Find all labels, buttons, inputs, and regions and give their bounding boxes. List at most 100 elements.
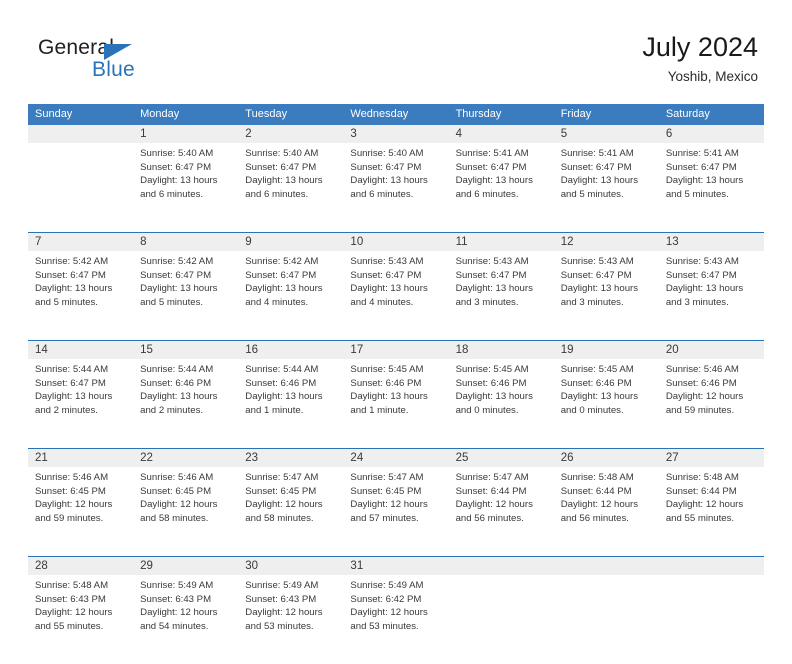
calendar-day-cell[interactable]: Sunrise: 5:40 AM Sunset: 6:47 PM Daylight:…	[343, 143, 449, 232]
day-daylight2-text: and 6 minutes.	[245, 188, 309, 200]
day-sunrise-text: Sunrise: 5:41 AM	[455, 148, 529, 159]
calendar-day-cell[interactable]: Sunrise: 5:41 AM Sunset: 6:47 PM Daylight:…	[658, 143, 764, 232]
day-daylight2-text: and 57 minutes.	[350, 512, 419, 524]
calendar-day-cell[interactable]: Sunrise: 5:42 AM Sunset: 6:47 PM Daylight:…	[133, 251, 239, 340]
day-number-empty	[554, 557, 659, 575]
day-sunrise-text: Sunrise: 5:42 AM	[140, 256, 214, 267]
calendar-week-row: 14 15 16 17 18 19 20 Sunrise: 5:44 AM Sunset: 6:…	[28, 340, 764, 448]
calendar-cell-empty	[658, 575, 764, 664]
calendar-day-cell[interactable]: Sunrise: 5:45 AM Sunset: 6:46 PM Daylight:…	[553, 359, 659, 448]
weekday-header-sunday: Sunday	[35, 108, 73, 120]
day-daylight2-text: and 3 minutes.	[560, 296, 624, 308]
calendar-day-cell[interactable]: Sunrise: 5:46 AM Sunset: 6:45 PM Daylight:…	[133, 467, 239, 556]
calendar-day-cell[interactable]: Sunrise: 5:43 AM Sunset: 6:47 PM Daylight:…	[658, 251, 764, 340]
calendar-day-cell[interactable]: Sunrise: 5:42 AM Sunset: 6:47 PM Daylight:…	[238, 251, 344, 340]
day-daylight1-text: Daylight: 13 hours	[560, 391, 639, 403]
day-details: Sunrise: 5:42 AM Sunset: 6:47 PM Daylight:…	[133, 251, 238, 309]
day-number: 9	[245, 236, 252, 248]
day-number-empty	[449, 557, 554, 575]
calendar-week-cells: Sunrise: 5:46 AM Sunset: 6:45 PM Daylight:…	[28, 467, 764, 556]
calendar-day-cell[interactable]: Sunrise: 5:46 AM Sunset: 6:45 PM Daylight:…	[28, 467, 134, 556]
day-details: Sunrise: 5:44 AM Sunset: 6:46 PM Daylight:…	[238, 359, 343, 417]
calendar-day-cell[interactable]: Sunrise: 5:49 AM Sunset: 6:42 PM Daylight:…	[343, 575, 449, 664]
day-sunrise-text: Sunrise: 5:48 AM	[665, 472, 739, 483]
day-details: Sunrise: 5:43 AM Sunset: 6:47 PM Daylight:…	[343, 251, 448, 309]
day-daylight1-text: Daylight: 13 hours	[35, 391, 113, 403]
calendar-day-cell[interactable]: Sunrise: 5:48 AM Sunset: 6:43 PM Daylight:…	[28, 575, 134, 664]
day-details: Sunrise: 5:40 AM Sunset: 6:47 PM Daylight:…	[343, 143, 448, 201]
calendar-day-cell[interactable]: Sunrise: 5:46 AM Sunset: 6:46 PM Daylight:…	[658, 359, 764, 448]
day-sunrise-text: Sunrise: 5:44 AM	[245, 364, 319, 375]
day-sunset-text: Sunset: 6:45 PM	[350, 485, 422, 497]
day-number: 10	[350, 236, 364, 248]
weekday-header-friday: Friday	[560, 108, 592, 120]
day-sunrise-text: Sunrise: 5:40 AM	[245, 148, 319, 159]
weekday-header-thursday: Thursday	[455, 108, 502, 120]
day-number: 8	[140, 236, 147, 248]
calendar-day-cell[interactable]: Sunrise: 5:48 AM Sunset: 6:44 PM Daylight:…	[553, 467, 659, 556]
day-sunrise-text: Sunrise: 5:42 AM	[35, 256, 109, 267]
day-daylight1-text: Daylight: 13 hours	[140, 391, 218, 403]
day-sunset-text: Sunset: 6:46 PM	[245, 377, 317, 389]
day-daylight2-text: and 2 minutes.	[35, 404, 98, 416]
day-daylight1-text: Daylight: 13 hours	[665, 283, 744, 295]
day-sunrise-text: Sunrise: 5:45 AM	[350, 364, 424, 375]
day-sunrise-text: Sunrise: 5:49 AM	[140, 580, 214, 591]
calendar-day-cell[interactable]: Sunrise: 5:45 AM Sunset: 6:46 PM Daylight:…	[448, 359, 554, 448]
weekday-header-saturday: Saturday	[665, 108, 710, 120]
day-number: 2	[245, 128, 252, 140]
day-details: Sunrise: 5:43 AM Sunset: 6:47 PM Daylight:…	[554, 251, 659, 309]
calendar-day-cell[interactable]: Sunrise: 5:44 AM Sunset: 6:46 PM Daylight:…	[133, 359, 239, 448]
calendar-day-cell[interactable]: Sunrise: 5:40 AM Sunset: 6:47 PM Daylight:…	[238, 143, 344, 232]
day-number: 13	[665, 236, 679, 248]
day-sunset-text: Sunset: 6:44 PM	[665, 485, 737, 497]
day-daylight1-text: Daylight: 12 hours	[35, 499, 113, 511]
calendar-day-cell[interactable]: Sunrise: 5:41 AM Sunset: 6:47 PM Daylight:…	[553, 143, 659, 232]
calendar-day-cell[interactable]: Sunrise: 5:43 AM Sunset: 6:47 PM Daylight:…	[448, 251, 554, 340]
calendar-day-cell[interactable]: Sunrise: 5:41 AM Sunset: 6:47 PM Daylight:…	[448, 143, 554, 232]
calendar-week-cells: Sunrise: 5:44 AM Sunset: 6:47 PM Daylight:…	[28, 359, 764, 448]
calendar-day-cell[interactable]: Sunrise: 5:43 AM Sunset: 6:47 PM Daylight:…	[553, 251, 659, 340]
day-sunset-text: Sunset: 6:43 PM	[35, 593, 106, 605]
calendar-day-cell[interactable]: Sunrise: 5:43 AM Sunset: 6:47 PM Daylight:…	[343, 251, 449, 340]
weekday-header-tuesday: Tuesday	[245, 108, 288, 120]
general-blue-logo[interactable]: General Blue	[38, 36, 178, 88]
day-daylight2-text: and 5 minutes.	[140, 296, 204, 308]
day-sunset-text: Sunset: 6:47 PM	[560, 161, 632, 173]
day-number-band: 28 29 30 31	[28, 557, 764, 575]
calendar-weeks: 1 2 3 4 5 6 Sunrise: 5:40 AM Sunset: 6:47 PM Day…	[28, 125, 764, 664]
day-sunset-text: Sunset: 6:42 PM	[350, 593, 422, 605]
day-details: Sunrise: 5:47 AM Sunset: 6:44 PM Daylight:…	[449, 467, 554, 525]
calendar-day-cell[interactable]: Sunrise: 5:44 AM Sunset: 6:46 PM Daylight:…	[238, 359, 344, 448]
day-number: 11	[455, 236, 468, 248]
logo-text-general: General	[38, 36, 115, 59]
day-daylight2-text: and 0 minutes.	[455, 404, 519, 416]
day-sunrise-text: Sunrise: 5:42 AM	[245, 256, 319, 267]
calendar-day-cell[interactable]: Sunrise: 5:49 AM Sunset: 6:43 PM Daylight:…	[133, 575, 239, 664]
calendar-day-cell[interactable]: Sunrise: 5:48 AM Sunset: 6:44 PM Daylight:…	[658, 467, 764, 556]
page-title: July 2024	[642, 32, 758, 62]
day-details: Sunrise: 5:48 AM Sunset: 6:44 PM Daylight:…	[554, 467, 659, 525]
calendar-week-cells: Sunrise: 5:42 AM Sunset: 6:47 PM Daylight:…	[28, 251, 764, 340]
calendar-day-cell[interactable]: Sunrise: 5:40 AM Sunset: 6:47 PM Daylight:…	[133, 143, 239, 232]
day-number: 21	[35, 452, 48, 464]
calendar-day-cell[interactable]: Sunrise: 5:44 AM Sunset: 6:47 PM Daylight:…	[28, 359, 134, 448]
calendar-day-cell[interactable]: Sunrise: 5:47 AM Sunset: 6:45 PM Daylight:…	[238, 467, 344, 556]
day-number: 4	[455, 128, 462, 140]
day-number: 23	[245, 452, 259, 464]
day-daylight1-text: Daylight: 13 hours	[350, 283, 428, 295]
day-number: 26	[560, 452, 574, 464]
day-sunrise-text: Sunrise: 5:43 AM	[455, 256, 529, 267]
day-daylight1-text: Daylight: 13 hours	[560, 175, 639, 187]
calendar-day-cell[interactable]: Sunrise: 5:47 AM Sunset: 6:44 PM Daylight:…	[448, 467, 554, 556]
calendar-day-cell[interactable]: Sunrise: 5:47 AM Sunset: 6:45 PM Daylight:…	[343, 467, 449, 556]
day-sunrise-text: Sunrise: 5:47 AM	[245, 472, 319, 483]
calendar-day-cell[interactable]: Sunrise: 5:42 AM Sunset: 6:47 PM Daylight:…	[28, 251, 134, 340]
day-daylight2-text: and 6 minutes.	[455, 188, 519, 200]
day-number: 31	[350, 560, 364, 572]
day-details: Sunrise: 5:49 AM Sunset: 6:43 PM Daylight:…	[133, 575, 238, 633]
day-number: 24	[350, 452, 364, 464]
day-details: Sunrise: 5:45 AM Sunset: 6:46 PM Daylight:…	[554, 359, 659, 417]
calendar-day-cell[interactable]: Sunrise: 5:49 AM Sunset: 6:43 PM Daylight:…	[238, 575, 344, 664]
calendar-day-cell[interactable]: Sunrise: 5:45 AM Sunset: 6:46 PM Daylight:…	[343, 359, 449, 448]
